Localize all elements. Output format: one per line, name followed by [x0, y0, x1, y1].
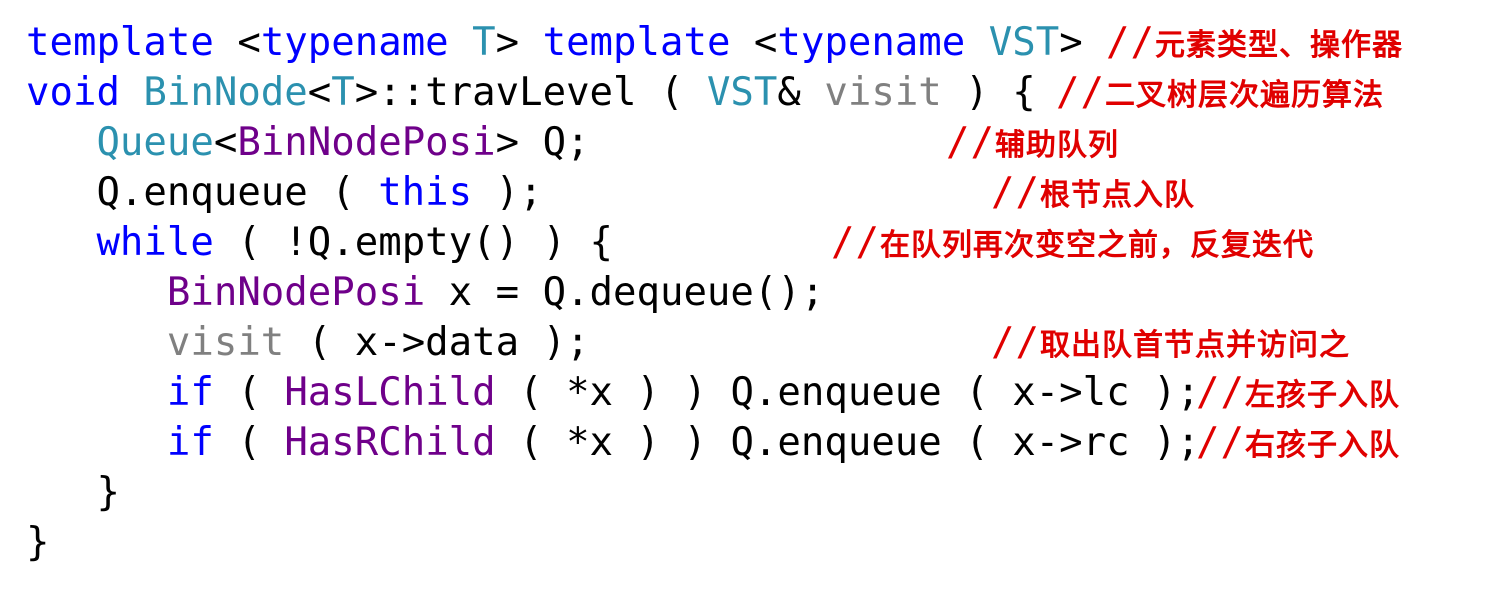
code-token: < — [213, 120, 238, 165]
code-token: while — [96, 220, 214, 265]
code-token: typename — [260, 20, 449, 65]
code-token: ( *x ) ) Q.enqueue ( x->rc ); — [495, 420, 1201, 465]
code-line: } — [26, 468, 1200, 518]
code-comment: //左孩子入队 — [1196, 368, 1400, 421]
code-token: & — [777, 70, 825, 115]
code-token: ( — [213, 370, 285, 415]
code-line: Q.enqueue ( this ); //根节点入队 — [26, 168, 1200, 218]
page: { "lines": [ { "tokens": [ {"t": "templa… — [0, 0, 1498, 592]
comment-slashes: // — [1196, 370, 1245, 415]
code-token: x = Q.dequeue(); — [425, 270, 825, 315]
code-comment: //取出队首节点并访问之 — [991, 318, 1350, 371]
code-comment: //元素类型、操作器 — [1106, 18, 1403, 71]
code-token: visit — [824, 70, 942, 115]
comment-slashes: // — [946, 120, 995, 165]
code-line: Queue<BinNodePosi> Q; //辅助队列 — [26, 118, 1200, 168]
code-token: if — [166, 420, 214, 465]
code-token: BinNodePosi — [237, 120, 496, 165]
comment-text: 取出队首节点并访问之 — [1039, 328, 1350, 363]
code-token: BinNodePosi — [166, 270, 426, 315]
code-token: VST — [706, 70, 778, 115]
code-token: this — [378, 170, 473, 215]
code-token: if — [166, 370, 214, 415]
code-line: template <typename T> template <typename… — [26, 18, 1402, 68]
code-token: T — [331, 70, 355, 115]
code-listing: template <typename T> template <typename… — [26, 18, 1402, 568]
code-token: > — [1059, 20, 1083, 65]
code-token: template — [26, 20, 214, 65]
code-token: > — [495, 20, 543, 65]
comment-text: 右孩子入队 — [1244, 428, 1400, 463]
code-token: < — [730, 20, 778, 65]
code-line: if ( HasRChild ( *x ) ) Q.enqueue ( x->r… — [26, 418, 1399, 468]
code-comment: //二叉树层次遍历算法 — [1056, 68, 1384, 121]
comment-slashes: // — [831, 220, 880, 265]
code-line: visit ( x->data ); //取出队首节点并访问之 — [26, 318, 1349, 368]
code-token: T — [472, 20, 496, 65]
code-token: >::travLevel ( — [354, 70, 707, 115]
code-token: } — [26, 470, 120, 515]
code-token: ( — [213, 420, 285, 465]
code-token: ) { — [941, 70, 1036, 115]
code-token: Q.enqueue ( — [26, 170, 379, 215]
comment-text: 辅助队列 — [994, 128, 1119, 163]
comment-slashes: // — [1056, 70, 1105, 115]
code-comment: //在队列再次变空之前，反复迭代 — [831, 218, 1314, 271]
code-token: BinNode — [143, 70, 308, 115]
code-line: BinNodePosi x = Q.dequeue(); — [26, 268, 1200, 318]
code-line: if ( HasLChild ( *x ) ) Q.enqueue ( x->l… — [26, 368, 1399, 418]
code-token: HasLChild — [284, 370, 496, 415]
comment-text: 左孩子入队 — [1244, 378, 1400, 413]
comment-slashes: // — [1106, 20, 1155, 65]
code-line: void BinNode<T>::travLevel ( VST& visit … — [26, 68, 1383, 118]
code-token: void — [26, 70, 120, 115]
code-comment: //根节点入队 — [991, 168, 1195, 221]
code-line: while ( !Q.empty() ) { //在队列再次变空之前，反复迭代 — [26, 218, 1313, 268]
code-token: Queue — [96, 120, 214, 165]
code-token: VST — [988, 20, 1060, 65]
comment-text: 二叉树层次遍历算法 — [1104, 78, 1384, 113]
code-line: } — [26, 518, 1200, 568]
code-comment: //辅助队列 — [946, 118, 1119, 171]
code-token: typename — [777, 20, 966, 65]
code-token: HasRChild — [284, 420, 496, 465]
code-token: ( *x ) ) Q.enqueue ( x->lc ); — [495, 370, 1201, 415]
code-token: < — [307, 70, 332, 115]
code-token: < — [213, 20, 261, 65]
code-token: template — [542, 20, 731, 65]
comment-text: 元素类型、操作器 — [1154, 28, 1403, 63]
code-token: } — [26, 520, 50, 565]
comment-slashes: // — [991, 320, 1040, 365]
code-token: ( !Q.empty() ) { — [213, 220, 614, 265]
code-token: > Q; — [495, 120, 590, 165]
code-token: ); — [472, 170, 543, 215]
code-token: visit — [166, 320, 285, 365]
comment-slashes: // — [991, 170, 1040, 215]
comment-slashes: // — [1196, 420, 1245, 465]
code-comment: //右孩子入队 — [1196, 418, 1400, 471]
comment-text: 在队列再次变空之前，反复迭代 — [879, 228, 1314, 263]
comment-text: 根节点入队 — [1039, 178, 1195, 213]
code-token: ( x->data ); — [284, 320, 590, 365]
